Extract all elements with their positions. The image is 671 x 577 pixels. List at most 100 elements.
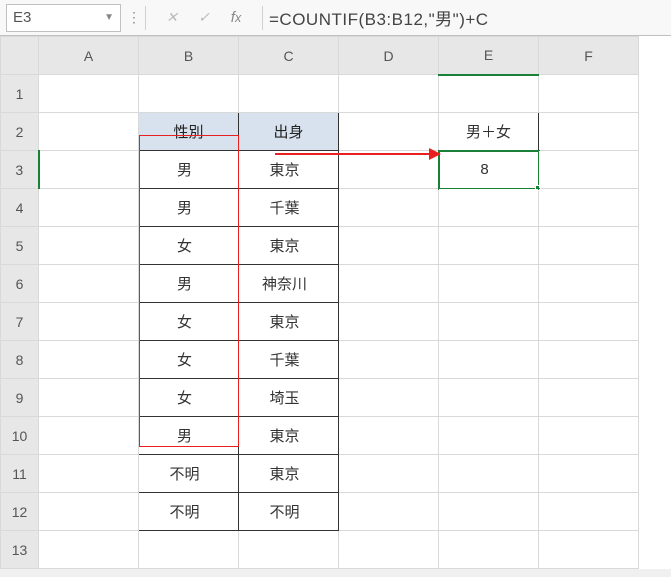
cell-f11[interactable] (539, 455, 639, 493)
cell-b7[interactable]: 女 (139, 303, 239, 341)
cell-d7[interactable] (339, 303, 439, 341)
cell-a10[interactable] (39, 417, 139, 455)
col-header-b[interactable]: B (139, 37, 239, 75)
cell-b4[interactable]: 男 (139, 189, 239, 227)
cell-d1[interactable] (339, 75, 439, 113)
row-header-3[interactable]: 3 (1, 151, 39, 189)
cell-f9[interactable] (539, 379, 639, 417)
cell-c10[interactable]: 東京 (239, 417, 339, 455)
cell-e4[interactable] (439, 189, 539, 227)
cell-e12[interactable] (439, 493, 539, 531)
cell-c11[interactable]: 東京 (239, 455, 339, 493)
cell-f8[interactable] (539, 341, 639, 379)
cell-c1[interactable] (239, 75, 339, 113)
cell-e11[interactable] (439, 455, 539, 493)
col-header-e[interactable]: E (439, 37, 539, 75)
cell-f1[interactable] (539, 75, 639, 113)
cell-a1[interactable] (39, 75, 139, 113)
name-box[interactable]: E3 ▼ (6, 4, 121, 32)
cell-b5[interactable]: 女 (139, 227, 239, 265)
cell-d8[interactable] (339, 341, 439, 379)
cell-d5[interactable] (339, 227, 439, 265)
cell-d12[interactable] (339, 493, 439, 531)
cell-d13[interactable] (339, 531, 439, 569)
cell-e7[interactable] (439, 303, 539, 341)
row-header-2[interactable]: 2 (1, 113, 39, 151)
cell-b10[interactable]: 男 (139, 417, 239, 455)
cell-e10[interactable] (439, 417, 539, 455)
row-header-9[interactable]: 9 (1, 379, 39, 417)
cell-f10[interactable] (539, 417, 639, 455)
col-header-a[interactable]: A (39, 37, 139, 75)
cell-a6[interactable] (39, 265, 139, 303)
cell-b1[interactable] (139, 75, 239, 113)
cell-c8[interactable]: 千葉 (239, 341, 339, 379)
cell-d10[interactable] (339, 417, 439, 455)
cell-e6[interactable] (439, 265, 539, 303)
row-header-11[interactable]: 11 (1, 455, 39, 493)
cell-b13[interactable] (139, 531, 239, 569)
cell-f2[interactable] (539, 113, 639, 151)
cell-d2[interactable] (339, 113, 439, 151)
cell-c7[interactable]: 東京 (239, 303, 339, 341)
cell-a5[interactable] (39, 227, 139, 265)
cell-f7[interactable] (539, 303, 639, 341)
cell-d3[interactable] (339, 151, 439, 189)
cell-a2[interactable] (39, 113, 139, 151)
col-header-f[interactable]: F (539, 37, 639, 75)
col-header-d[interactable]: D (339, 37, 439, 75)
accept-icon[interactable]: ✓ (194, 8, 214, 28)
row-header-1[interactable]: 1 (1, 75, 39, 113)
cell-e13[interactable] (439, 531, 539, 569)
cell-c4[interactable]: 千葉 (239, 189, 339, 227)
formula-input[interactable]: =COUNTIF(B3:B12,"男")+C (265, 5, 671, 30)
cell-b9[interactable]: 女 (139, 379, 239, 417)
cell-f4[interactable] (539, 189, 639, 227)
cell-b12[interactable]: 不明 (139, 493, 239, 531)
cell-f5[interactable] (539, 227, 639, 265)
row-header-4[interactable]: 4 (1, 189, 39, 227)
cell-c9[interactable]: 埼玉 (239, 379, 339, 417)
cell-a3[interactable] (39, 151, 139, 189)
cell-b6[interactable]: 男 (139, 265, 239, 303)
cell-a7[interactable] (39, 303, 139, 341)
cell-f13[interactable] (539, 531, 639, 569)
row-header-8[interactable]: 8 (1, 341, 39, 379)
row-header-5[interactable]: 5 (1, 227, 39, 265)
row-header-12[interactable]: 12 (1, 493, 39, 531)
cell-c2[interactable]: 出身 (239, 113, 339, 151)
cell-d11[interactable] (339, 455, 439, 493)
cell-e9[interactable] (439, 379, 539, 417)
cell-a13[interactable] (39, 531, 139, 569)
fx-icon[interactable]: fx (226, 8, 246, 28)
cell-c12[interactable]: 不明 (239, 493, 339, 531)
row-header-6[interactable]: 6 (1, 265, 39, 303)
cell-c3[interactable]: 東京 (239, 151, 339, 189)
cell-e2[interactable]: 男＋女 (439, 113, 539, 151)
cell-b3[interactable]: 男 (139, 151, 239, 189)
cell-b11[interactable]: 不明 (139, 455, 239, 493)
cell-d6[interactable] (339, 265, 439, 303)
cell-b8[interactable]: 女 (139, 341, 239, 379)
cell-f12[interactable] (539, 493, 639, 531)
col-header-c[interactable]: C (239, 37, 339, 75)
cell-a11[interactable] (39, 455, 139, 493)
cell-f6[interactable] (539, 265, 639, 303)
row-header-7[interactable]: 7 (1, 303, 39, 341)
cell-a9[interactable] (39, 379, 139, 417)
cell-c5[interactable]: 東京 (239, 227, 339, 265)
vertical-dots-icon[interactable]: ⋮ (125, 5, 143, 31)
cell-f3[interactable] (539, 151, 639, 189)
cell-b2[interactable]: 性別 (139, 113, 239, 151)
cell-d9[interactable] (339, 379, 439, 417)
cell-a8[interactable] (39, 341, 139, 379)
cell-c13[interactable] (239, 531, 339, 569)
cell-e8[interactable] (439, 341, 539, 379)
row-header-10[interactable]: 10 (1, 417, 39, 455)
cell-e3[interactable]: 8 (439, 151, 539, 189)
cancel-icon[interactable]: ✕ (162, 8, 182, 28)
cell-e5[interactable] (439, 227, 539, 265)
select-all-corner[interactable] (1, 37, 39, 75)
row-header-13[interactable]: 13 (1, 531, 39, 569)
cell-a4[interactable] (39, 189, 139, 227)
